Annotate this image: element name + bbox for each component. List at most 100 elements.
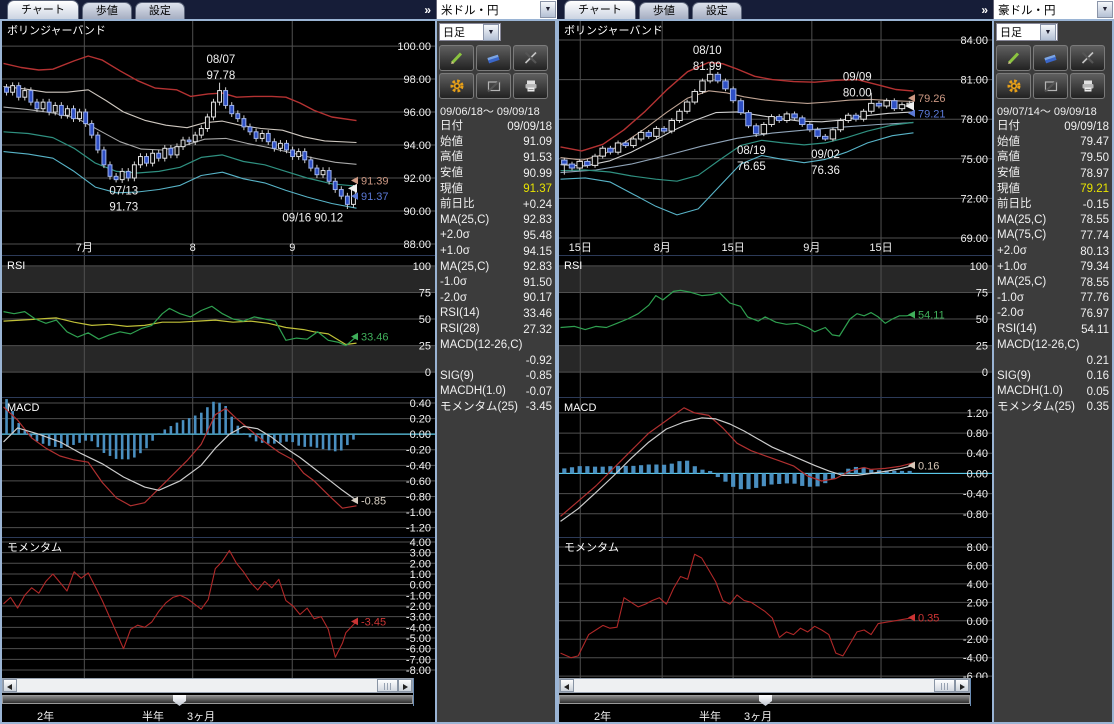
tab-overflow-button[interactable]: » bbox=[419, 3, 436, 17]
zoom-preset-3ヶ月[interactable]: 3ヶ月 bbox=[744, 708, 772, 724]
macd-histogram-bar bbox=[303, 434, 306, 447]
zoom-preset-2年[interactable]: 2年 bbox=[594, 708, 611, 724]
zoom-slider-track[interactable] bbox=[559, 695, 970, 704]
quote-label: 前日比 bbox=[997, 198, 1032, 211]
quote-row: SIG(9)-0.85 bbox=[437, 369, 555, 385]
value-tag: 91.37 bbox=[361, 191, 389, 203]
pencil-icon[interactable] bbox=[439, 45, 474, 71]
quote-row: -1.0σ91.50 bbox=[437, 275, 555, 291]
y-axis-tick: 88.00 bbox=[403, 239, 431, 251]
y-axis-tick: 8.00 bbox=[967, 542, 988, 554]
quote-value: 0.05 bbox=[1087, 386, 1109, 398]
macd-histogram-bar bbox=[562, 468, 566, 473]
y-axis-tick: 75 bbox=[976, 287, 988, 299]
timeframe-select[interactable]: 日足 ▼ bbox=[439, 23, 501, 41]
scroll-right-icon[interactable] bbox=[955, 679, 969, 692]
chevron-down-icon[interactable]: ▼ bbox=[1097, 1, 1113, 18]
x-axis-tick: 9月 bbox=[803, 242, 820, 254]
candle-up bbox=[830, 130, 835, 139]
macd-chart[interactable]: 0.161.200.800.400.00-0.40-0.80MACD bbox=[559, 397, 992, 537]
printer-icon[interactable] bbox=[1070, 73, 1105, 99]
rsi-chart[interactable]: 54.111007550250RSI bbox=[559, 255, 992, 397]
tab-settings[interactable]: 設定 bbox=[135, 2, 185, 19]
settings-gear-icon[interactable] bbox=[996, 73, 1031, 99]
y-axis-tick: 6.00 bbox=[967, 560, 988, 572]
zoom-slider-track[interactable] bbox=[2, 695, 413, 704]
candle-down bbox=[157, 153, 161, 158]
quote-row: 安値90.99 bbox=[437, 166, 555, 182]
tab-price-ticks[interactable]: 歩値 bbox=[639, 2, 689, 19]
scroll-left-icon[interactable] bbox=[560, 679, 574, 692]
candle-up bbox=[838, 121, 843, 130]
chevron-down-icon[interactable]: ▼ bbox=[540, 1, 556, 18]
chart-annotation: 09/16 90.12 bbox=[282, 213, 343, 225]
candle-down bbox=[90, 124, 94, 136]
candle-down bbox=[776, 117, 781, 121]
scrollbar-thumb[interactable] bbox=[934, 679, 955, 692]
zoom-preset-半年[interactable]: 半年 bbox=[142, 708, 164, 724]
momentum-chart[interactable]: 0.358.006.004.002.000.00-2.00-4.00-6.00モ… bbox=[559, 537, 992, 678]
trendline-disabled-icon[interactable] bbox=[1070, 45, 1105, 71]
eraser-icon[interactable] bbox=[1033, 45, 1068, 71]
y-axis-tick: 1.20 bbox=[967, 408, 988, 420]
candle-down bbox=[187, 140, 191, 142]
zoom-slider-thumb[interactable] bbox=[759, 695, 772, 706]
chevron-down-icon[interactable]: ▼ bbox=[1040, 24, 1056, 41]
candle-down bbox=[96, 135, 100, 150]
y-axis-tick: 98.00 bbox=[403, 74, 431, 86]
panel-disabled-icon[interactable] bbox=[476, 73, 511, 99]
panel-disabled-icon[interactable] bbox=[1033, 73, 1068, 99]
quote-label: MA(25,C) bbox=[997, 276, 1046, 289]
momentum-chart[interactable]: -3.454.003.002.001.000.00-1.00-2.00-3.00… bbox=[2, 537, 435, 678]
trendline-disabled-icon[interactable] bbox=[513, 45, 548, 71]
bollinger-chart[interactable]: 08/0797.7807/1391.7309/16 90.1291.3991.3… bbox=[2, 21, 435, 255]
eraser-icon[interactable] bbox=[476, 45, 511, 71]
drawing-toolbar bbox=[994, 44, 1112, 100]
ma25-line bbox=[561, 112, 914, 166]
scroll-left-icon[interactable] bbox=[3, 679, 17, 692]
quote-label: 始値 bbox=[997, 136, 1020, 149]
macd-histogram-bar bbox=[78, 434, 81, 443]
quote-value: 95.48 bbox=[523, 230, 552, 242]
settings-gear-icon[interactable] bbox=[439, 73, 474, 99]
quote-value: 79.34 bbox=[1080, 261, 1109, 273]
quote-value: 78.55 bbox=[1080, 277, 1109, 289]
currency-pair-select[interactable]: 米ドル・円 ▼ bbox=[436, 0, 557, 19]
tab-settings[interactable]: 設定 bbox=[692, 2, 742, 19]
zoom-slider-thumb[interactable] bbox=[173, 695, 186, 706]
tab-chart[interactable]: チャート bbox=[7, 0, 79, 19]
rsi-chart[interactable]: 33.461007550250RSI bbox=[2, 255, 435, 397]
scrollbar-thumb[interactable] bbox=[377, 679, 398, 692]
tab-overflow-button[interactable]: » bbox=[976, 3, 993, 17]
tab-chart[interactable]: チャート bbox=[564, 0, 636, 19]
bollinger-chart[interactable]: 08/1081.9909/0980.0008/1976.6509/0276.36… bbox=[559, 21, 992, 255]
currency-pair-select[interactable]: 豪ドル・円 ▼ bbox=[993, 0, 1114, 19]
quote-value: 90.17 bbox=[523, 292, 552, 304]
tab-price-ticks[interactable]: 歩値 bbox=[82, 2, 132, 19]
horizontal-scrollbar[interactable] bbox=[2, 678, 413, 693]
macd-chart[interactable]: -0.850.400.200.00-0.20-0.40-0.60-0.80-1.… bbox=[2, 397, 435, 537]
quote-label: MACD(12-26,C) bbox=[997, 339, 1079, 352]
timeframe-select[interactable]: 日足 ▼ bbox=[996, 23, 1058, 41]
y-axis-tick: -0.60 bbox=[406, 476, 431, 488]
trading-app: チャート歩値設定 » 米ドル・円 ▼ 08/0797.7807/1391.730… bbox=[0, 0, 1114, 724]
macd-histogram-bar bbox=[900, 471, 904, 474]
chart-title: RSI bbox=[7, 260, 25, 272]
zoom-preset-2年[interactable]: 2年 bbox=[37, 708, 54, 724]
quote-row: +2.0σ95.48 bbox=[437, 228, 555, 244]
quote-rows: 日付09/09/18始値79.47高値79.50安値78.97現値79.21前日… bbox=[994, 119, 1112, 415]
pencil-icon[interactable] bbox=[996, 45, 1031, 71]
zoom-preset-3ヶ月[interactable]: 3ヶ月 bbox=[187, 708, 215, 724]
candle-down bbox=[753, 126, 758, 134]
macd-histogram-bar bbox=[739, 473, 743, 489]
candle-up bbox=[684, 102, 689, 111]
candle-up bbox=[861, 111, 866, 119]
zoom-preset-半年[interactable]: 半年 bbox=[699, 708, 721, 724]
y-axis-tick: 25 bbox=[976, 341, 988, 353]
printer-icon[interactable] bbox=[513, 73, 548, 99]
horizontal-scrollbar[interactable] bbox=[559, 678, 970, 693]
y-axis-tick: 75.00 bbox=[960, 154, 988, 166]
candle-up bbox=[138, 157, 142, 165]
scroll-right-icon[interactable] bbox=[398, 679, 412, 692]
chevron-down-icon[interactable]: ▼ bbox=[483, 24, 499, 41]
